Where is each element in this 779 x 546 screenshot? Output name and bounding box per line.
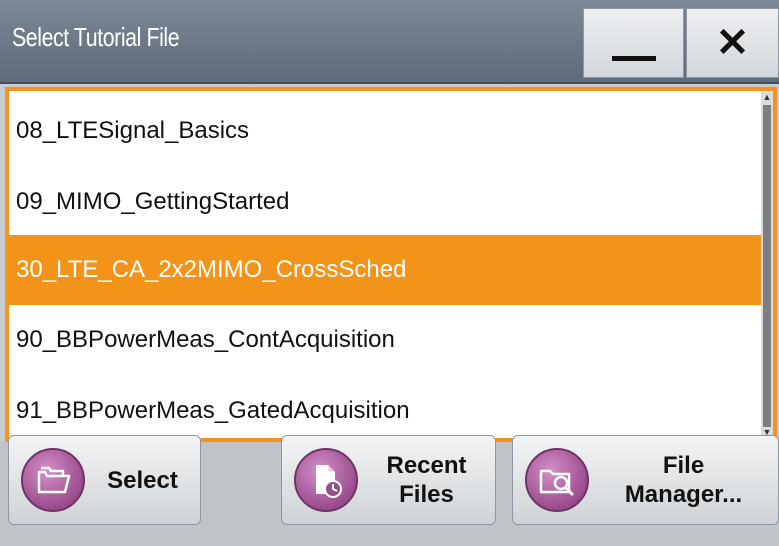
file-name: 30_LTE_CA_2x2MIMO_CrossSched — [16, 256, 407, 283]
select-button[interactable]: Select — [8, 435, 201, 525]
recent-files-button[interactable]: Recent Files — [281, 435, 496, 525]
vertical-scrollbar[interactable]: ▲ ▼ — [761, 91, 773, 438]
file-name: 09_MIMO_GettingStarted — [16, 188, 290, 215]
file-name: 08_LTESignal_Basics — [16, 117, 250, 144]
file-manager-label: File Manager... — [589, 451, 778, 509]
minimize-button[interactable] — [583, 8, 684, 78]
recent-files-label-line2: Files — [399, 481, 454, 508]
open-folder-icon — [21, 448, 85, 512]
scroll-thumb[interactable] — [763, 105, 771, 427]
close-button[interactable]: ✕ — [686, 8, 779, 78]
recent-files-label: Recent Files — [358, 451, 495, 509]
file-manager-label-line1: File — [662, 452, 705, 479]
minimize-icon — [611, 55, 656, 61]
title-bar: Select Tutorial File ✕ — [0, 0, 779, 84]
list-item-selected[interactable]: 30_LTE_CA_2x2MIMO_CrossSched — [9, 235, 761, 305]
close-icon: ✕ — [715, 21, 750, 65]
recent-files-label-line1: Recent — [386, 452, 467, 479]
folder-magnifier-icon — [525, 448, 589, 512]
list-item[interactable]: 90_BBPowerMeas_ContAcquisition — [9, 305, 761, 375]
list-item[interactable]: 09_MIMO_GettingStarted — [9, 167, 761, 237]
file-name: 90_BBPowerMeas_ContAcquisition — [16, 326, 395, 353]
file-name: 91_BBPowerMeas_GatedAcquisition — [16, 397, 410, 424]
select-button-label: Select — [107, 466, 178, 494]
recent-document-clock-icon — [294, 448, 358, 512]
file-manager-button[interactable]: File Manager... — [512, 435, 779, 525]
tutorial-file-list[interactable]: 08_LTESignal_Basics 09_MIMO_GettingStart… — [5, 87, 777, 442]
file-manager-label-line2: Manager... — [624, 481, 743, 508]
scroll-up-arrow-icon[interactable]: ▲ — [762, 92, 772, 102]
list-item[interactable]: 08_LTESignal_Basics — [9, 96, 761, 166]
list-item[interactable]: 91_BBPowerMeas_GatedAcquisition — [9, 376, 761, 438]
dialog-title: Select Tutorial File — [12, 22, 180, 52]
